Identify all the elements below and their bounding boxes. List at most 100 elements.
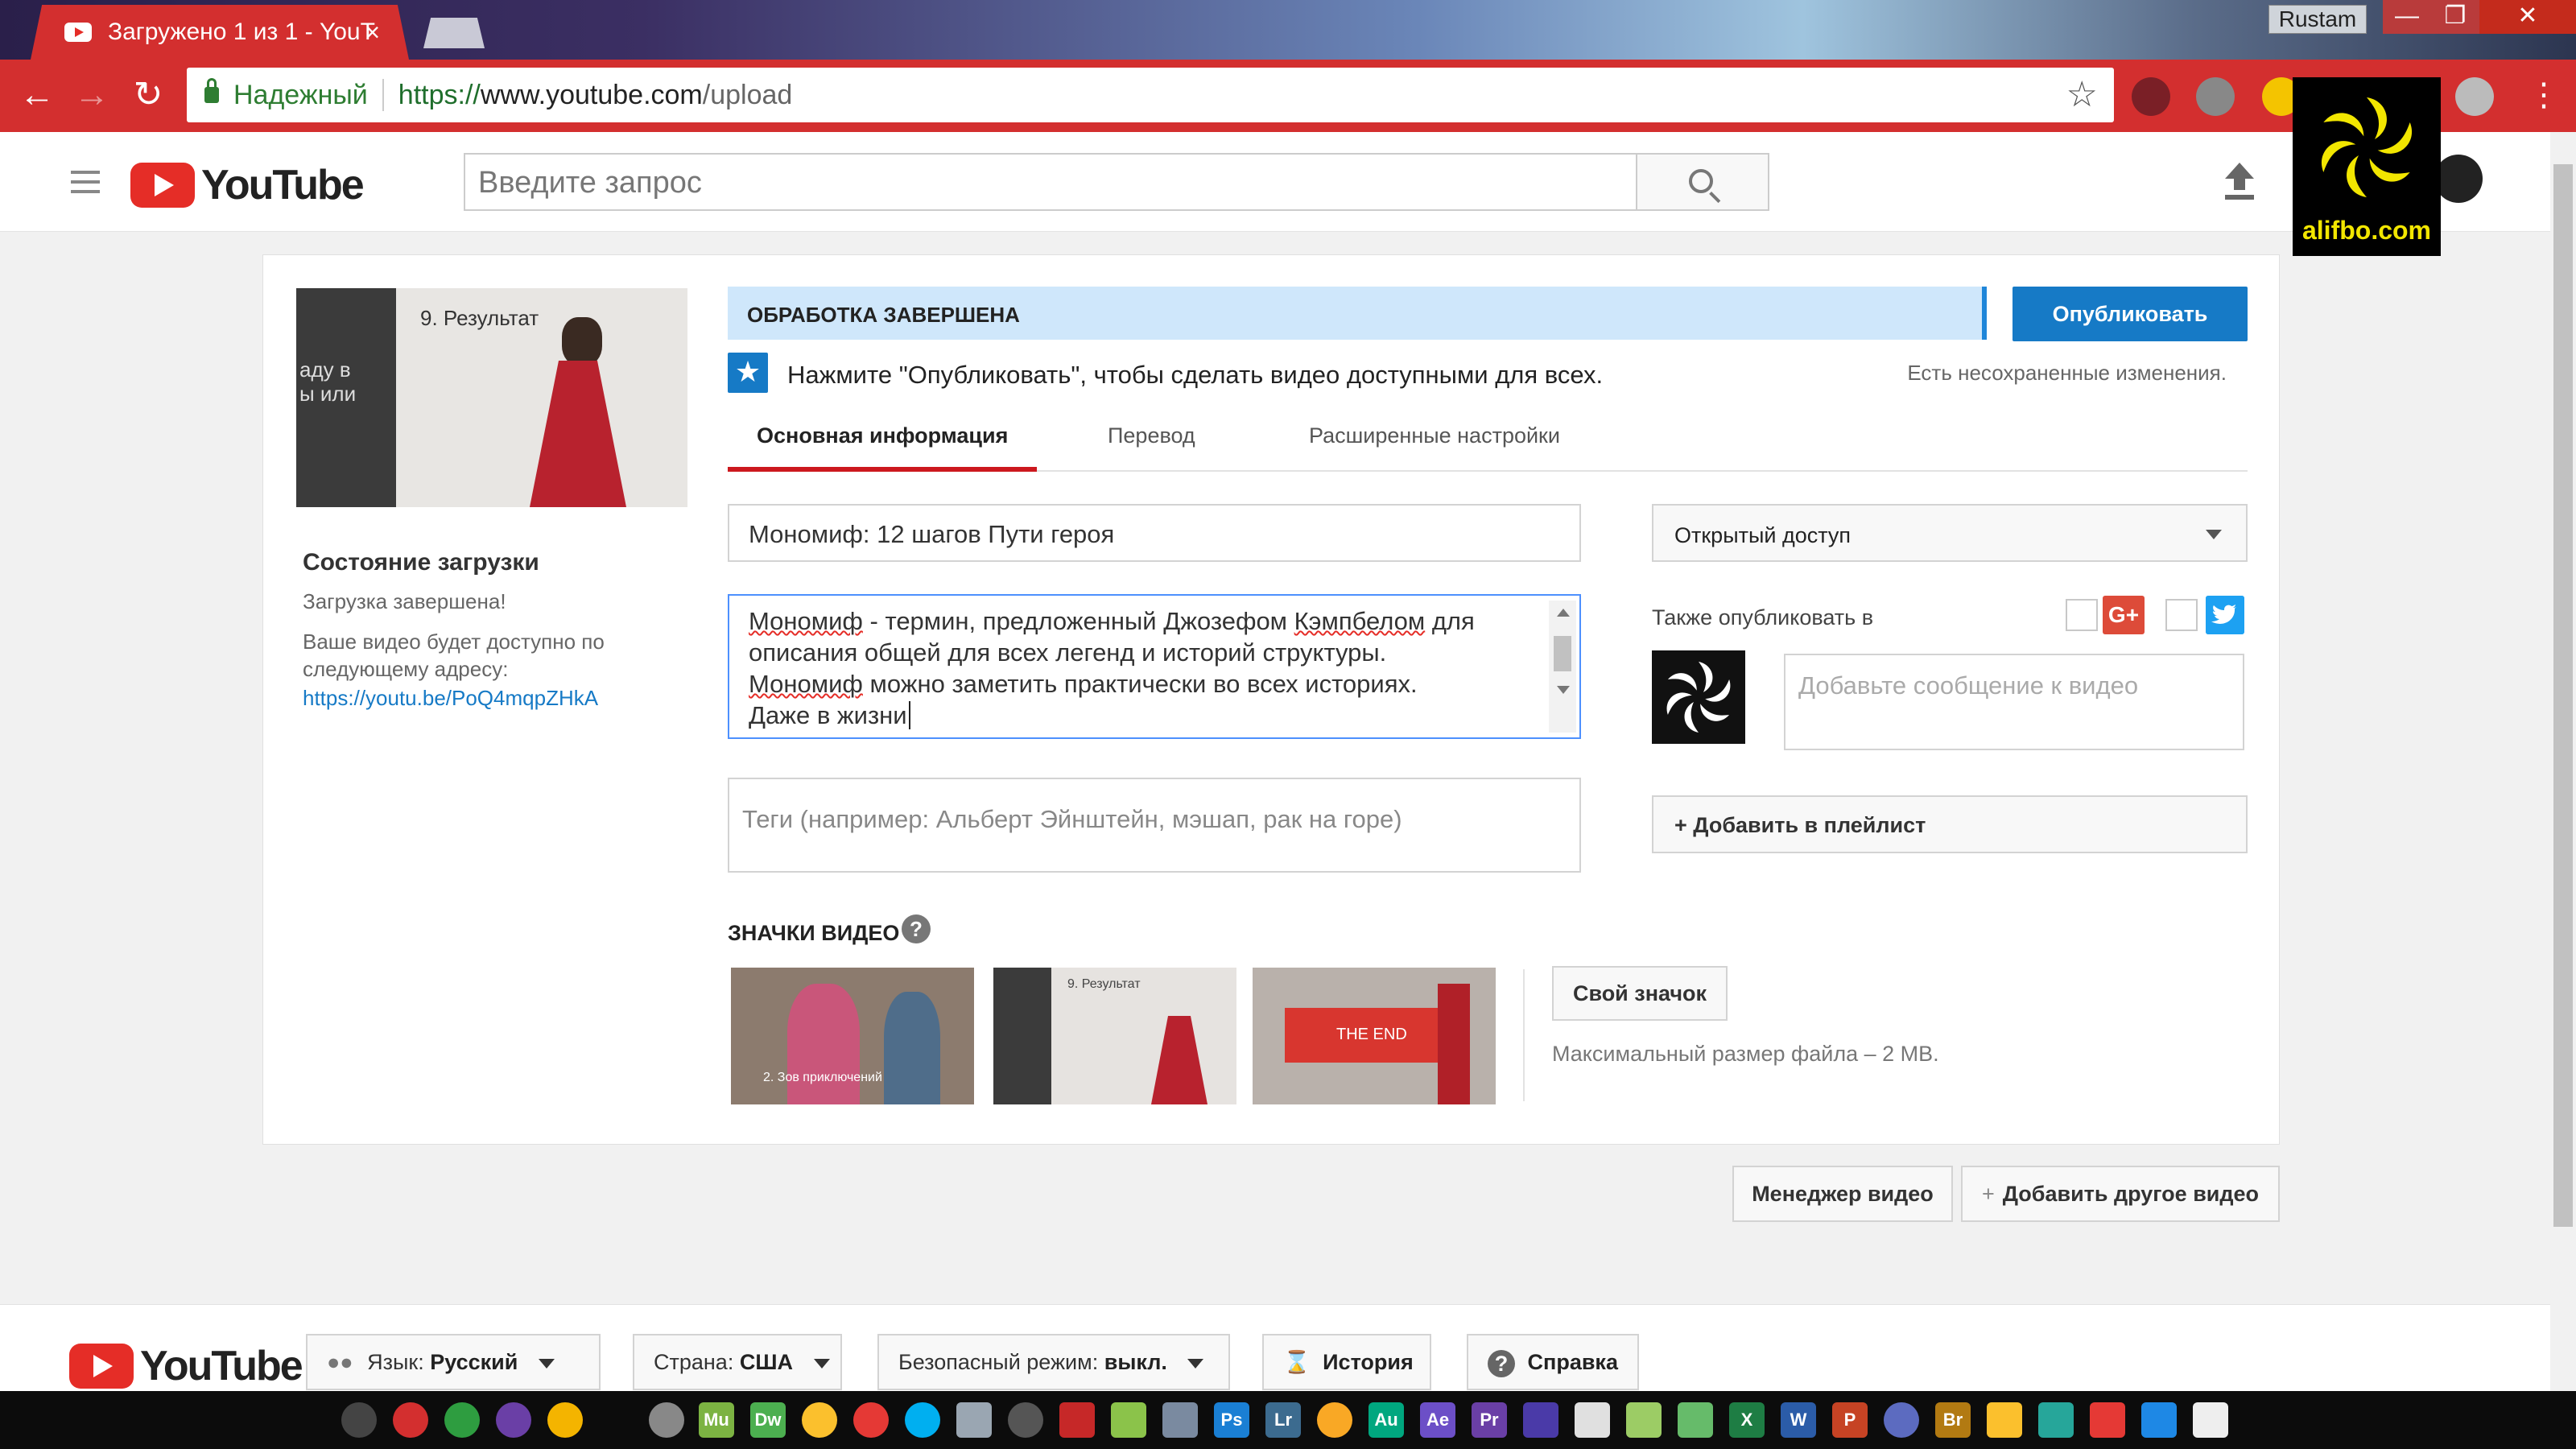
- window-close-icon[interactable]: ✕: [2479, 0, 2576, 34]
- add-another-video-label: Добавить другое видео: [2002, 1182, 2260, 1206]
- title-input[interactable]: Мономиф: 12 шагов Пути героя: [728, 504, 1581, 562]
- custom-thumbnail-button[interactable]: Свой значок: [1552, 966, 1728, 1021]
- account-avatar[interactable]: [2434, 155, 2483, 203]
- add-to-playlist-button[interactable]: + Добавить в плейлист: [1652, 795, 2248, 853]
- upload-icon[interactable]: [2222, 161, 2257, 201]
- browser-menu-icon[interactable]: ⋮: [2520, 72, 2568, 121]
- clock-icon[interactable]: [649, 1402, 684, 1438]
- profile-user-button[interactable]: Rustam: [2268, 5, 2367, 34]
- channel-avatar-icon: [1652, 650, 1745, 744]
- premiere-icon[interactable]: Pr: [1472, 1402, 1507, 1438]
- bookmark-star-icon[interactable]: ☆: [2066, 74, 2098, 115]
- publish-button[interactable]: Опубликовать: [2013, 287, 2248, 341]
- chrome-icon[interactable]: [802, 1402, 837, 1438]
- page-scroll-thumb[interactable]: [2553, 164, 2573, 1227]
- thumbnail-option-1[interactable]: 2. Зов приключений: [731, 968, 974, 1104]
- globe-extension-icon[interactable]: [2455, 77, 2494, 116]
- security-app-icon[interactable]: [1884, 1402, 1919, 1438]
- sync-icon[interactable]: [444, 1402, 480, 1438]
- restore-icon[interactable]: ❐: [2431, 0, 2479, 34]
- bulb-extension-icon[interactable]: [2196, 77, 2235, 116]
- twitter-checkbox[interactable]: [2165, 599, 2198, 631]
- new-tab-button[interactable]: [423, 18, 485, 48]
- word-icon[interactable]: W: [1781, 1402, 1816, 1438]
- footer-youtube-logo[interactable]: YouTube: [69, 1342, 303, 1390]
- reload-icon[interactable]: ↻: [124, 72, 172, 121]
- powerpoint-icon[interactable]: P: [1832, 1402, 1868, 1438]
- tab-close-icon[interactable]: ×: [365, 18, 380, 47]
- help-button[interactable]: ? Справка: [1467, 1334, 1639, 1390]
- gplus-checkbox[interactable]: [2066, 599, 2098, 631]
- description-textarea[interactable]: Мономиф - термин, предложенный Джозефом …: [728, 594, 1581, 739]
- search-input[interactable]: Введите запрос: [464, 153, 1637, 211]
- scroll-up-icon[interactable]: [1557, 609, 1570, 617]
- help-question-icon[interactable]: ?: [902, 914, 931, 943]
- snowflake-app-icon[interactable]: [1575, 1402, 1610, 1438]
- tab-basic-info[interactable]: Основная информация: [728, 415, 1037, 472]
- excel-icon[interactable]: X: [1729, 1402, 1765, 1438]
- warning-app-icon[interactable]: [1317, 1402, 1352, 1438]
- notes-app-icon[interactable]: [1626, 1402, 1662, 1438]
- language-users-icon: ●●: [327, 1350, 353, 1374]
- forward-arrow-icon[interactable]: →: [68, 72, 116, 121]
- trash-app-icon[interactable]: [2090, 1402, 2125, 1438]
- settings-gear-icon[interactable]: [341, 1402, 377, 1438]
- skype-icon[interactable]: [905, 1402, 940, 1438]
- power-icon[interactable]: [393, 1402, 428, 1438]
- privacy-value: Открытый доступ: [1674, 523, 1852, 547]
- scroll-down-icon[interactable]: [1557, 686, 1570, 694]
- photoshop-icon[interactable]: Ps: [1214, 1402, 1249, 1438]
- country-select[interactable]: Страна: США: [633, 1334, 842, 1390]
- thumbnail-option-2[interactable]: 9. Результат: [993, 968, 1236, 1104]
- video-manager-button[interactable]: Менеджер видео: [1732, 1166, 1953, 1222]
- tags-input[interactable]: Теги (например: Альберт Эйнштейн, мэшап,…: [728, 778, 1581, 873]
- description-scrollbar[interactable]: [1549, 601, 1576, 733]
- share-message-input[interactable]: Добавьте сообщение к видео: [1784, 654, 2244, 750]
- editor-app-icon[interactable]: [1162, 1402, 1198, 1438]
- page-scrollbar[interactable]: [2550, 132, 2576, 1391]
- privacy-select[interactable]: Открытый доступ: [1652, 504, 2248, 562]
- device-app-icon[interactable]: [2193, 1402, 2228, 1438]
- safe-mode-select[interactable]: Безопасный режим: выкл.: [877, 1334, 1230, 1390]
- minimize-icon[interactable]: —: [2383, 0, 2431, 34]
- video-app-icon[interactable]: [1523, 1402, 1558, 1438]
- thumbnail-option-3[interactable]: THE END: [1253, 968, 1496, 1104]
- send-app-icon[interactable]: [2141, 1402, 2177, 1438]
- photo-app-icon[interactable]: [1059, 1402, 1095, 1438]
- opera-icon[interactable]: [853, 1402, 889, 1438]
- search-button[interactable]: [1637, 153, 1769, 211]
- camera-icon[interactable]: [1008, 1402, 1043, 1438]
- also-publish-label: Также опубликовать в: [1652, 605, 1874, 630]
- mail-icon[interactable]: [956, 1402, 992, 1438]
- upload-status-note: Ваше видео будет доступно по следующему …: [303, 630, 605, 681]
- youtube-logo[interactable]: YouTube: [130, 161, 365, 209]
- app-icon-dw[interactable]: Dw: [750, 1402, 786, 1438]
- language-value: Русский: [430, 1350, 518, 1374]
- address-bar[interactable]: Надежный https:// www.youtube.com /uploa…: [187, 68, 2114, 122]
- monitor-app-icon[interactable]: [2038, 1402, 2074, 1438]
- audition-icon[interactable]: Au: [1368, 1402, 1404, 1438]
- lightroom-icon[interactable]: Lr: [1265, 1402, 1301, 1438]
- tab-advanced-settings[interactable]: Расширенные настройки: [1309, 415, 1560, 472]
- bridge-icon[interactable]: Br: [1935, 1402, 1971, 1438]
- desc-text: Даже в жизни: [749, 701, 907, 729]
- browser-tab-active[interactable]: Загружено 1 из 1 - YouT ×: [31, 5, 409, 60]
- thumbnail-caption: THE END: [1336, 1026, 1407, 1043]
- music-player-icon[interactable]: [496, 1402, 531, 1438]
- video-short-link[interactable]: https://youtu.be/PoQ4mqpZHkA: [303, 686, 598, 711]
- sheets-app-icon[interactable]: [1678, 1402, 1713, 1438]
- app-icon-mu[interactable]: Mu: [699, 1402, 734, 1438]
- shutdown-icon[interactable]: [547, 1402, 583, 1438]
- pocket-extension-icon[interactable]: [2132, 77, 2170, 116]
- chart-app-icon[interactable]: [1111, 1402, 1146, 1438]
- add-another-video-button[interactable]: + Добавить другое видео: [1961, 1166, 2280, 1222]
- after-effects-icon[interactable]: Ae: [1420, 1402, 1455, 1438]
- hamburger-menu-icon[interactable]: [71, 171, 100, 193]
- folder-icon[interactable]: [1987, 1402, 2022, 1438]
- url-path: /upload: [702, 79, 793, 110]
- tab-translation[interactable]: Перевод: [1108, 415, 1195, 472]
- description-scroll-thumb[interactable]: [1554, 636, 1571, 671]
- language-select[interactable]: ●● Язык: Русский: [306, 1334, 601, 1390]
- history-button[interactable]: ⌛ История: [1262, 1334, 1431, 1390]
- back-arrow-icon[interactable]: ←: [13, 72, 61, 121]
